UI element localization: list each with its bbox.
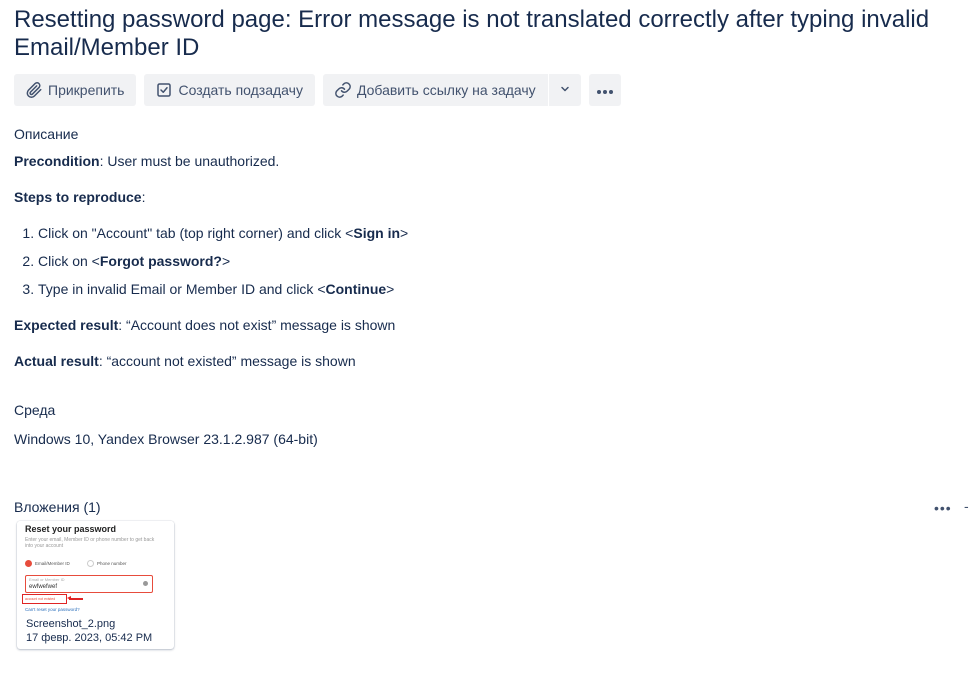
attach-button-label: Прикрепить <box>48 82 125 98</box>
thumb-arrow-icon <box>67 596 83 600</box>
thumb-radio-checked-icon <box>25 560 32 567</box>
more-actions-button[interactable] <box>588 74 621 106</box>
description-heading: Описание <box>14 126 79 142</box>
expected-result: Expected result: “Account does not exist… <box>14 317 396 333</box>
issue-toolbar: Прикрепить Создать подзадачу Добавить сс… <box>14 74 621 106</box>
thumb-link: Can't reset your password? <box>25 607 80 612</box>
thumb-input-label: Email or Member ID <box>29 577 65 582</box>
chevron-down-icon <box>559 82 571 98</box>
attach-button[interactable]: Прикрепить <box>14 74 137 106</box>
attachments-more-icon[interactable]: ••• <box>934 500 952 516</box>
step-item: Type in invalid Email or Member ID and c… <box>38 279 914 299</box>
link-icon <box>333 80 353 100</box>
thumb-error-text: account not existed <box>25 597 56 601</box>
steps-list: Click on "Account" tab (top right corner… <box>14 223 914 299</box>
actual-result: Actual result: “account not existed” mes… <box>14 353 356 369</box>
thumb-subtitle: Enter your email, Member ID or phone num… <box>25 537 155 549</box>
subtask-icon <box>154 80 174 100</box>
attachment-thumbnail: Reset your password Enter your email, Me… <box>17 521 174 613</box>
description-body[interactable]: Precondition: User must be unauthorized.… <box>14 151 914 387</box>
steps-heading: Steps to reproduce: <box>14 189 146 205</box>
create-subtask-button[interactable]: Создать подзадачу <box>144 74 315 106</box>
ellipsis-icon <box>596 82 614 98</box>
link-issue-button[interactable]: Добавить ссылку на задачу <box>322 74 548 106</box>
issue-title[interactable]: Resetting password page: Error message i… <box>14 6 964 62</box>
environment-heading: Среда <box>14 402 56 418</box>
link-issue-label: Добавить ссылку на задачу <box>356 82 536 98</box>
precondition: Precondition: User must be unauthorized. <box>14 153 280 169</box>
environment-value[interactable]: Windows 10, Yandex Browser 23.1.2.987 (6… <box>14 429 318 449</box>
thumb-input-value: ewfwefwef <box>29 584 58 590</box>
step-item: Click on <Forgot password?> <box>38 251 914 271</box>
paperclip-icon <box>24 80 44 100</box>
thumb-clear-icon <box>143 581 148 586</box>
link-issue-dropdown-button[interactable] <box>548 74 581 106</box>
thumb-option-1: Email/Member ID <box>35 561 70 566</box>
attachment-file-name: Screenshot_2.png <box>26 618 116 630</box>
thumb-option-2: Phone number <box>97 561 127 566</box>
attachments-collapse-icon[interactable]: - <box>964 498 969 514</box>
attachment-card[interactable]: Reset your password Enter your email, Me… <box>17 521 174 649</box>
thumb-radio-empty-icon <box>87 560 94 567</box>
link-issue-group: Добавить ссылку на задачу <box>322 74 581 106</box>
step-item: Click on "Account" tab (top right corner… <box>38 223 914 243</box>
thumb-title: Reset your password <box>25 524 117 534</box>
thumb-input: Email or Member ID ewfwefwef <box>25 575 153 593</box>
attachment-date: 17 февр. 2023, 05:42 PM <box>26 632 153 644</box>
create-subtask-label: Создать подзадачу <box>178 82 303 98</box>
attachments-heading: Вложения (1) <box>14 499 101 515</box>
